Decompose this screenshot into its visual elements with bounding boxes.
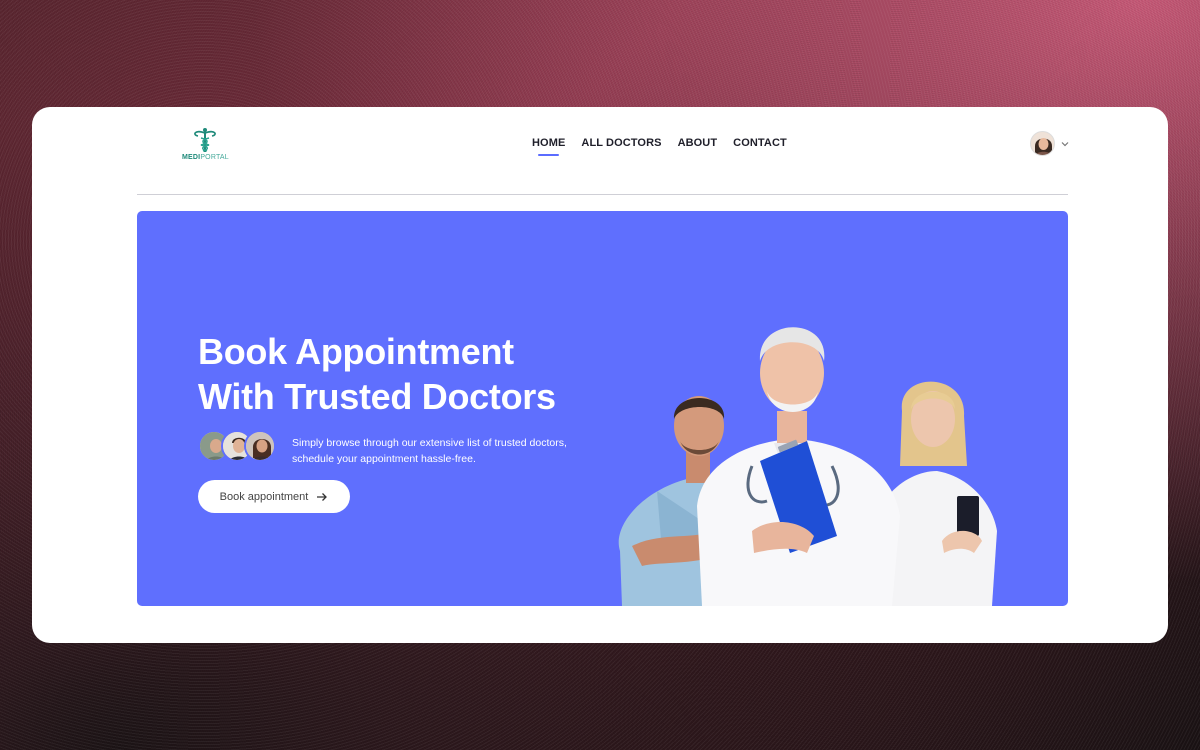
arrow-right-icon [317,492,328,501]
main-nav: HOME ALL DOCTORS ABOUT CONTACT [532,137,787,156]
hero-banner: Book Appointment With Trusted Doctors Si… [137,211,1068,606]
doctor-avatars-group [198,430,276,462]
caduceus-icon [194,128,216,152]
book-appointment-label: Book appointment [219,490,309,503]
hero-title-line-1: Book Appointment [198,331,514,372]
brand-name: MEDIPORTAL [182,154,229,161]
doctor-figure-center [697,327,900,606]
nav-home[interactable]: HOME [532,137,565,156]
browser-window: MEDIPORTAL HOME ALL DOCTORS ABOUT CONTAC… [32,107,1168,643]
hero-title-line-2: With Trusted Doctors [198,376,556,417]
chevron-down-icon[interactable] [1060,139,1070,149]
hero-description-line-2: schedule your appointment hassle-free. [292,453,476,465]
hero-title: Book Appointment With Trusted Doctors [198,329,556,419]
doctors-illustration [618,327,997,606]
hero-description: Simply browse through our extensive list… [292,435,567,467]
hero-description-line-1: Simply browse through our extensive list… [292,437,567,449]
user-avatar[interactable] [1030,131,1055,156]
nav-all-doctors[interactable]: ALL DOCTORS [581,137,661,149]
nav-about[interactable]: ABOUT [678,137,718,149]
profile-menu[interactable] [1030,131,1070,156]
doctor-avatar [244,430,276,462]
nav-contact[interactable]: CONTACT [733,137,787,149]
doctor-figure-right [877,381,997,606]
book-appointment-button[interactable]: Book appointment [198,480,350,513]
brand-logo[interactable]: MEDIPORTAL [182,127,229,167]
header-divider [137,194,1068,195]
user-avatar-icon [1031,132,1054,155]
